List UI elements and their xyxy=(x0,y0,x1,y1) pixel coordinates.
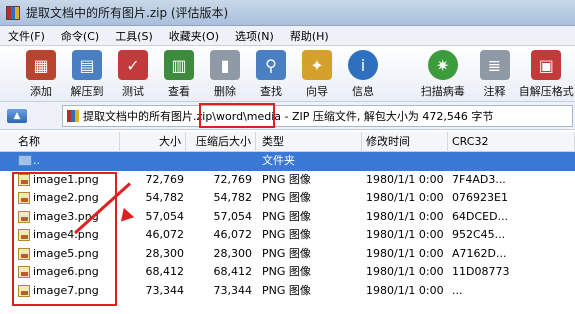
comment-icon: ≣ xyxy=(479,50,510,80)
info-button[interactable]: i 信息 xyxy=(340,46,386,102)
window-title: 提取文档中的所有图片.zip (评估版本) xyxy=(26,6,229,20)
row-type: PNG 图像 xyxy=(262,191,311,204)
row-type: PNG 图像 xyxy=(262,228,311,241)
path-highlight-box xyxy=(199,103,275,128)
menu-help[interactable]: 帮助(H) xyxy=(290,28,329,44)
wizard-button[interactable]: ✦ 向导 xyxy=(294,46,340,102)
row-size: 73,344 xyxy=(145,283,185,297)
row-type: PNG 图像 xyxy=(262,172,311,186)
row-type: PNG 图像 xyxy=(262,283,311,297)
row-crc: 7F4AD3... xyxy=(452,172,506,186)
path-bar: ▲ 提取文档中的所有图片.zip\word\media - ZIP 压缩文件, … xyxy=(0,102,575,130)
title-bar: 提取文档中的所有图片.zip (评估版本) xyxy=(0,0,575,26)
sfx-button[interactable]: ▣ 自解压格式 xyxy=(518,46,575,102)
row-type: PNG 图像 xyxy=(262,246,311,260)
toolbar: ▦ 添加 ▤ 解压到 ✓ 测试 ▥ 查看 ▮ 删除 ⚲ 查找 ✦ 向导 i 信息… xyxy=(0,46,575,102)
row-packed: 28,300 xyxy=(213,246,253,260)
row-size: 72,769 xyxy=(145,172,185,186)
row-crc: A7162D... xyxy=(452,246,507,260)
up-arrow-icon: ▲ xyxy=(7,108,27,123)
row-modified: 1980/1/1 0:00 xyxy=(366,283,444,297)
row-modified: 1980/1/1 0:00 xyxy=(366,246,444,260)
row-packed: 57,054 xyxy=(213,209,253,223)
menu-bar: 文件(F) 命令(C) 工具(S) 收藏夹(O) 选项(N) 帮助(H) xyxy=(0,26,575,46)
add-icon: ▦ xyxy=(26,50,56,80)
col-crc32[interactable]: CRC32 xyxy=(448,132,575,152)
column-header: 名称 大小 压缩后大小 类型 修改时间 CRC32 xyxy=(0,132,575,152)
menu-commands[interactable]: 命令(C) xyxy=(61,28,99,44)
row-size: 54,782 xyxy=(145,191,185,204)
menu-file[interactable]: 文件(F) xyxy=(8,28,45,44)
path-field[interactable]: 提取文档中的所有图片.zip\word\media - ZIP 压缩文件, 解包… xyxy=(62,105,573,127)
row-size: 46,072 xyxy=(145,228,185,241)
extract-to-button[interactable]: ▤ 解压到 xyxy=(64,46,110,102)
menu-options[interactable]: 选项(N) xyxy=(235,28,274,44)
col-name[interactable]: 名称 xyxy=(0,132,120,152)
delete-icon: ▮ xyxy=(210,50,240,80)
col-modified[interactable]: 修改时间 xyxy=(362,132,448,152)
parent-folder-row[interactable]: .. 文件夹 xyxy=(0,152,575,171)
find-icon: ⚲ xyxy=(256,50,286,80)
delete-button[interactable]: ▮ 删除 xyxy=(202,46,248,102)
zip-file-icon xyxy=(67,110,79,122)
view-icon: ▥ xyxy=(164,50,194,80)
row-size: 28,300 xyxy=(145,246,185,260)
test-icon: ✓ xyxy=(118,50,148,80)
add-button[interactable]: ▦ 添加 xyxy=(18,46,64,102)
col-type[interactable]: 类型 xyxy=(256,132,362,152)
info-icon: i xyxy=(348,50,378,80)
row-crc: ... xyxy=(452,283,463,297)
row-packed: 68,412 xyxy=(213,265,253,278)
winrar-app-icon xyxy=(6,5,20,20)
row-modified: 1980/1/1 0:00 xyxy=(366,172,444,186)
row-type: PNG 图像 xyxy=(262,209,311,223)
row-type: 文件夹 xyxy=(262,154,295,167)
path-text: 提取文档中的所有图片.zip\word\media - ZIP 压缩文件, 解包… xyxy=(83,110,494,123)
row-packed: 73,344 xyxy=(213,283,253,297)
row-crc: 952C45... xyxy=(452,228,506,241)
row-packed: 46,072 xyxy=(213,228,253,241)
row-modified: 1980/1/1 0:00 xyxy=(366,228,444,241)
virus-scan-button[interactable]: ✷ 扫描病毒 xyxy=(414,46,472,102)
row-crc: 11D08773 xyxy=(452,265,510,278)
virus-scan-icon: ✷ xyxy=(427,50,458,80)
sfx-icon: ▣ xyxy=(531,50,562,80)
row-modified: 1980/1/1 0:00 xyxy=(366,209,444,223)
view-button[interactable]: ▥ 查看 xyxy=(156,46,202,102)
up-button[interactable]: ▲ xyxy=(0,103,34,129)
row-crc: 076923E1 xyxy=(452,191,508,204)
comment-button[interactable]: ≣ 注释 xyxy=(472,46,518,102)
wizard-icon: ✦ xyxy=(302,50,332,80)
row-size: 68,412 xyxy=(145,265,185,278)
test-button[interactable]: ✓ 测试 xyxy=(110,46,156,102)
row-modified: 1980/1/1 0:00 xyxy=(366,265,444,278)
row-type: PNG 图像 xyxy=(262,265,311,278)
col-size[interactable]: 大小 xyxy=(120,132,186,152)
menu-tools[interactable]: 工具(S) xyxy=(115,28,153,44)
files-highlight-box xyxy=(12,172,117,306)
find-button[interactable]: ⚲ 查找 xyxy=(248,46,294,102)
menu-favorites[interactable]: 收藏夹(O) xyxy=(169,28,219,44)
extract-icon: ▤ xyxy=(72,50,102,80)
row-packed: 72,769 xyxy=(213,172,253,186)
col-packed[interactable]: 压缩后大小 xyxy=(186,132,256,152)
row-name: .. xyxy=(33,154,40,167)
row-modified: 1980/1/1 0:00 xyxy=(366,191,444,204)
row-packed: 54,782 xyxy=(213,191,253,204)
row-crc: 64DCED... xyxy=(452,209,509,223)
